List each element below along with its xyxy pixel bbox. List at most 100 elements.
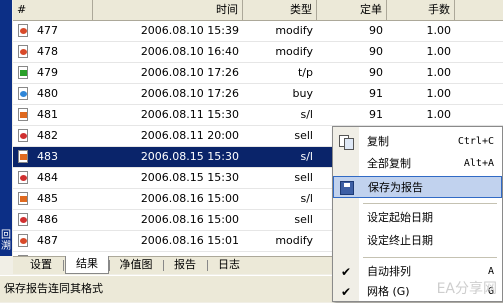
tab-separator [109, 260, 110, 271]
table-row[interactable]: 478 2006.08.10 16:40 modify 90 1.00 [13, 42, 503, 63]
sell-deal-icon [18, 171, 28, 184]
menu-item-copy-label: 复制 [367, 135, 389, 148]
cell-lots: 1.00 [426, 108, 452, 121]
cell-num: 482 [37, 129, 58, 142]
tester-side-label: 回溯 [1, 230, 11, 252]
cell-lots: 1.00 [426, 45, 452, 58]
sell-deal-icon [18, 129, 28, 142]
menu-item-set-end-date[interactable]: 设定终止日期 [333, 230, 502, 252]
table-row[interactable]: 479 2006.08.10 17:26 t/p 90 1.00 [13, 63, 503, 84]
col-header-lots[interactable]: 手数 [387, 0, 455, 20]
menu-item-set-end-date-label: 设定终止日期 [367, 234, 433, 247]
cell-num: 481 [37, 108, 58, 121]
cell-order: 90 [369, 66, 383, 79]
tab-1[interactable]: 结果 [65, 256, 109, 274]
menu-item-copy-shortcut: Ctrl+C [457, 136, 494, 147]
cell-type: buy [292, 87, 313, 100]
table-row[interactable]: 477 2006.08.10 15:39 modify 90 1.00 [13, 21, 503, 42]
sl-deal-icon [18, 192, 28, 205]
cell-num: 477 [37, 24, 58, 37]
cell-order: 91 [369, 87, 383, 100]
tab-separator [63, 260, 64, 271]
tab-separator [207, 260, 208, 271]
col-header-filler [455, 0, 503, 20]
cell-type: sell [294, 129, 313, 142]
buy-deal-icon [18, 87, 28, 100]
cell-time: 2006.08.10 16:40 [140, 45, 239, 58]
cell-type: s/l [300, 192, 314, 205]
cell-time: 2006.08.15 15:30 [140, 150, 239, 163]
col-header-type[interactable]: 类型 [243, 0, 317, 20]
cell-time: 2006.08.11 15:30 [140, 108, 239, 121]
menu-item-copy-all-shortcut: Alt+A [463, 158, 494, 169]
tab-2[interactable]: 净值图 [111, 257, 161, 274]
cell-num: 478 [37, 45, 58, 58]
table-row[interactable]: 480 2006.08.10 17:26 buy 91 1.00 [13, 84, 503, 105]
menu-item-copy[interactable]: 复制 Ctrl+C [333, 131, 502, 153]
tp-deal-icon [18, 66, 28, 79]
checkmark-icon: ✔ [340, 285, 352, 299]
cell-type: t/p [297, 66, 313, 79]
cell-type: modify [275, 24, 313, 37]
cell-time: 2006.08.16 15:01 [140, 234, 239, 247]
cell-order: 91 [369, 108, 383, 121]
cell-type: modify [275, 45, 313, 58]
menu-item-copy-all-label: 全部复制 [367, 157, 411, 170]
menu-item-save-report[interactable]: 保存为报告 [333, 176, 502, 198]
col-header-time[interactable]: 时间 [93, 0, 243, 20]
cell-lots: 1.00 [426, 24, 452, 37]
cell-time: 2006.08.16 15:00 [140, 213, 239, 226]
cell-num: 480 [37, 87, 58, 100]
cell-type: modify [275, 234, 313, 247]
watermark-text: EA分享网 [436, 281, 497, 297]
menu-separator [363, 203, 497, 204]
copy-icon [339, 135, 354, 150]
context-menu: 复制 Ctrl+C 全部复制 Alt+A 保存为报告 设定起始日期 设定终止日期… [332, 126, 503, 302]
cell-num: 485 [37, 192, 58, 205]
cell-order: 90 [369, 45, 383, 58]
cell-time: 2006.08.11 20:00 [140, 129, 239, 142]
cell-time: 2006.08.10 17:26 [140, 66, 239, 79]
cell-num: 486 [37, 213, 58, 226]
col-header-num[interactable]: # [13, 0, 93, 20]
modify-deal-icon [18, 24, 28, 37]
status-text: 保存报告连同其格式 [4, 282, 103, 295]
sell-deal-icon [18, 213, 28, 226]
tab-0[interactable]: 设置 [21, 257, 61, 274]
menu-item-grid-label: 网格 (G) [367, 285, 410, 298]
cell-lots: 1.00 [426, 87, 452, 100]
menu-separator [363, 257, 497, 258]
menu-item-set-start-date[interactable]: 设定起始日期 [333, 207, 502, 229]
menu-item-copy-all[interactable]: 全部复制 Alt+A [333, 153, 502, 175]
tab-4[interactable]: 日志 [209, 257, 249, 274]
tab-3[interactable]: 报告 [165, 257, 205, 274]
cell-lots: 1.00 [426, 66, 452, 79]
cell-type: s/l [300, 108, 314, 121]
save-icon [340, 181, 354, 195]
cell-type: s/l [300, 150, 314, 163]
cell-time: 2006.08.15 15:30 [140, 171, 239, 184]
tab-separator [163, 260, 164, 271]
sl-deal-icon [18, 150, 28, 163]
cell-num: 479 [37, 66, 58, 79]
modify-deal-icon [18, 234, 28, 247]
menu-item-auto-arrange-label: 自动排列 [367, 265, 411, 278]
cell-type: sell [294, 171, 313, 184]
cell-time: 2006.08.16 15:00 [140, 192, 239, 205]
checkmark-icon: ✔ [340, 265, 352, 279]
cell-num: 484 [37, 171, 58, 184]
cell-time: 2006.08.10 15:39 [140, 24, 239, 37]
menu-item-set-start-date-label: 设定起始日期 [367, 211, 433, 224]
table-header: # 时间 类型 定单 手数 [13, 0, 503, 21]
cell-num: 487 [37, 234, 58, 247]
col-header-order[interactable]: 定单 [317, 0, 387, 20]
cell-time: 2006.08.10 17:26 [140, 87, 239, 100]
cell-num: 483 [37, 150, 58, 163]
cell-order: 90 [369, 24, 383, 37]
sl-deal-icon [18, 108, 28, 121]
tester-side-strip: 回溯 [0, 0, 12, 256]
menu-item-save-report-label: 保存为报告 [368, 181, 423, 194]
cell-type: sell [294, 213, 313, 226]
modify-deal-icon [18, 45, 28, 58]
table-row[interactable]: 481 2006.08.11 15:30 s/l 91 1.00 [13, 105, 503, 126]
